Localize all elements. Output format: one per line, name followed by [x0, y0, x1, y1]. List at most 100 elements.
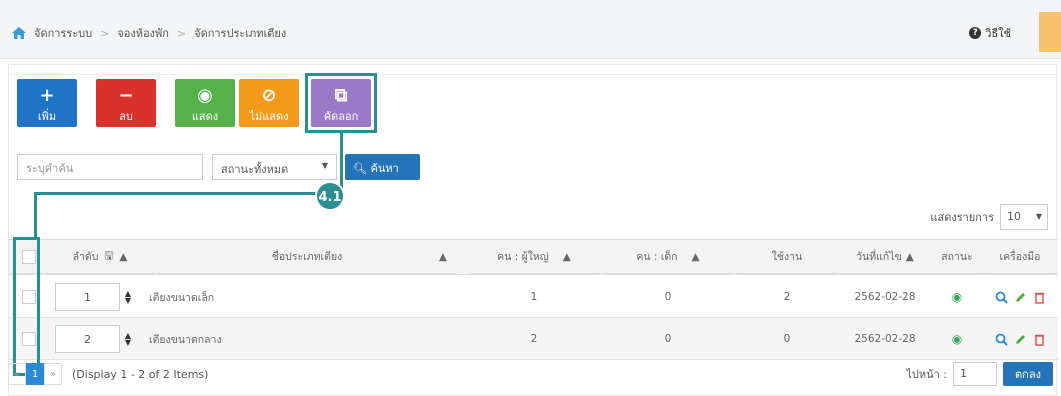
next-page-button[interactable]: » [44, 363, 62, 385]
pagination-info: (Display 1 - 2 of 2 Items) [72, 367, 209, 381]
child-cell: 0 [664, 333, 672, 345]
table-row: 1 ▲ ▼ เตียงขนาดเล็ก 1 0 2 2562-02-28 ◉ [9, 276, 1058, 318]
goto-page-input[interactable]: 1 [953, 362, 997, 386]
page-size-value: 10 [1007, 210, 1021, 223]
pencil-icon[interactable] [1014, 333, 1027, 346]
status-eye-icon[interactable]: ◉ [931, 318, 983, 360]
add-button[interactable]: + เพิ่ม [17, 79, 77, 127]
chevron-down-icon: ▼ [321, 161, 328, 170]
minus-icon: − [118, 85, 134, 106]
header-adult-label: คน : ผู้ใหญ่ [497, 251, 549, 263]
child-cell: 0 [664, 291, 672, 303]
question-icon: ? [969, 27, 982, 39]
breadcrumb-item-system[interactable]: จัดการระบบ [34, 24, 92, 42]
order-input[interactable]: 2 [55, 325, 120, 353]
adult-cell: 1 [530, 291, 538, 303]
tools-cell [985, 318, 1055, 360]
show-button-label: แสดง [191, 110, 219, 123]
copy-button-highlight [305, 73, 377, 133]
header-order[interactable]: ลำดับ 🖫 ▲ [45, 240, 155, 274]
show-button[interactable]: ◉ แสดง [175, 79, 235, 127]
goto-label: ไปหน้า : [906, 368, 947, 381]
header-date-label: วันที่แก้ไข [856, 251, 902, 263]
order-input[interactable]: 1 [55, 283, 120, 311]
search-button[interactable]: 🔍︎ ค้นหา [345, 154, 420, 180]
sort-asc-icon: ▲ [119, 250, 128, 263]
top-bar: จัดการระบบ > จองห้องพัก > จัดการประเภทเต… [0, 0, 1061, 59]
page-size-control: แสดงรายการ 10 ▼ [930, 204, 1048, 230]
pagination: « 1 » (Display 1 - 2 of 2 Items) [8, 363, 208, 385]
sort-icon: ▲ [562, 250, 571, 263]
trash-icon[interactable] [1033, 291, 1046, 304]
chevron-down-icon: ▼ [1035, 212, 1042, 221]
breadcrumb-separator: > [176, 26, 187, 40]
main-panel: + เพิ่ม − ลบ ◉ แสดง ⊘ ไม่แสดง ⧉ คัดลอก ร… [8, 64, 1058, 396]
search-input[interactable]: ระบุคำค้น [17, 154, 203, 180]
user-menu-tab[interactable] [1039, 12, 1061, 52]
date-cell: 2562-02-28 [854, 333, 916, 345]
page-size-label: แสดงรายการ [930, 211, 994, 224]
header-order-label: ลำดับ [72, 251, 99, 263]
status-filter-value: สถานะทั้งหมด [221, 163, 289, 176]
header-adult[interactable]: คน : ผู้ใหญ่ ▲ [469, 240, 599, 274]
header-child[interactable]: คน : เด็ก ▲ [603, 240, 733, 274]
header-name-label: ชื่อประเภทเตียง [271, 251, 343, 263]
plus-icon: + [39, 85, 55, 106]
search-icon[interactable] [995, 333, 1008, 346]
order-cell: 1 ▲ ▼ [55, 276, 155, 318]
hide-button[interactable]: ⊘ ไม่แสดง [239, 79, 299, 127]
callout-connector [340, 133, 343, 189]
order-cell: 2 ▲ ▼ [55, 318, 155, 360]
header-used-label: ใช้งาน [771, 251, 803, 263]
tools-cell [985, 276, 1055, 318]
header-date[interactable]: วันที่แก้ไข ▲ [839, 240, 931, 274]
status-eye-icon[interactable]: ◉ [931, 276, 983, 318]
checkbox-column-highlight [13, 237, 40, 376]
stepper-icon[interactable]: ▲ ▼ [124, 332, 132, 347]
search-icon[interactable] [995, 291, 1008, 304]
table-row: 2 ▲ ▼ เตียงขนาดกลาง 2 0 0 2562-02-28 ◉ [9, 318, 1058, 360]
add-button-label: เพิ่ม [37, 110, 57, 123]
save-icon[interactable]: 🖫 [104, 248, 113, 266]
header-status: สถานะ [931, 240, 983, 274]
used-cell: 0 [783, 333, 791, 345]
header-child-label: คน : เด็ก [636, 251, 678, 263]
sort-icon: ▲ [691, 250, 700, 263]
hide-button-label: ไม่แสดง [249, 110, 289, 123]
breadcrumb-item-booking[interactable]: จองห้องพัก [117, 24, 169, 42]
trash-icon[interactable] [1033, 333, 1046, 346]
header-tools: เครื่องมือ [985, 240, 1055, 274]
name-cell: เตียงขนาดกลาง [149, 333, 222, 346]
prev-page-button[interactable]: « [8, 363, 26, 385]
table-header-row: ลำดับ 🖫 ▲ ชื่อประเภทเตียง ▲ คน : ผู้ใหญ่ ▲… [9, 239, 1058, 275]
breadcrumb-item-current: จัดการประเภทเตียง [194, 27, 287, 40]
panel-header [9, 65, 1056, 75]
goto-button[interactable]: ตกลง [1003, 362, 1053, 386]
breadcrumb: จัดการระบบ > จองห้องพัก > จัดการประเภทเต… [12, 24, 286, 42]
help-link[interactable]: ? วิธีใช้ [969, 24, 1011, 42]
sort-icon: ▲ [438, 250, 447, 263]
page-button-1[interactable]: 1 [26, 363, 44, 385]
adult-cell: 2 [530, 333, 538, 345]
eye-icon: ◉ [197, 85, 213, 106]
pencil-icon[interactable] [1014, 291, 1027, 304]
callout-badge: 4.1 [315, 181, 345, 211]
status-filter-select[interactable]: สถานะทั้งหมด ▼ [212, 154, 337, 180]
header-tools-label: เครื่องมือ [999, 251, 1041, 263]
sort-asc-icon: ▲ [905, 250, 914, 263]
breadcrumb-separator: > [100, 26, 110, 40]
header-name[interactable]: ชื่อประเภทเตียง ▲ [157, 240, 457, 274]
callout-connector [34, 192, 330, 195]
search-icon: 🔍︎ [353, 162, 367, 175]
header-used[interactable]: ใช้งาน [737, 240, 837, 274]
header-status-label: สถานะ [941, 251, 973, 263]
home-icon[interactable] [12, 27, 26, 39]
search-button-label: ค้นหา [370, 162, 399, 175]
stepper-icon[interactable]: ▲ ▼ [124, 290, 132, 305]
callout-connector [34, 192, 37, 242]
eye-slash-icon: ⊘ [261, 85, 277, 106]
page-size-select[interactable]: 10 ▼ [1000, 204, 1048, 230]
delete-button[interactable]: − ลบ [96, 79, 156, 127]
delete-button-label: ลบ [119, 110, 133, 123]
name-cell: เตียงขนาดเล็ก [149, 291, 215, 304]
